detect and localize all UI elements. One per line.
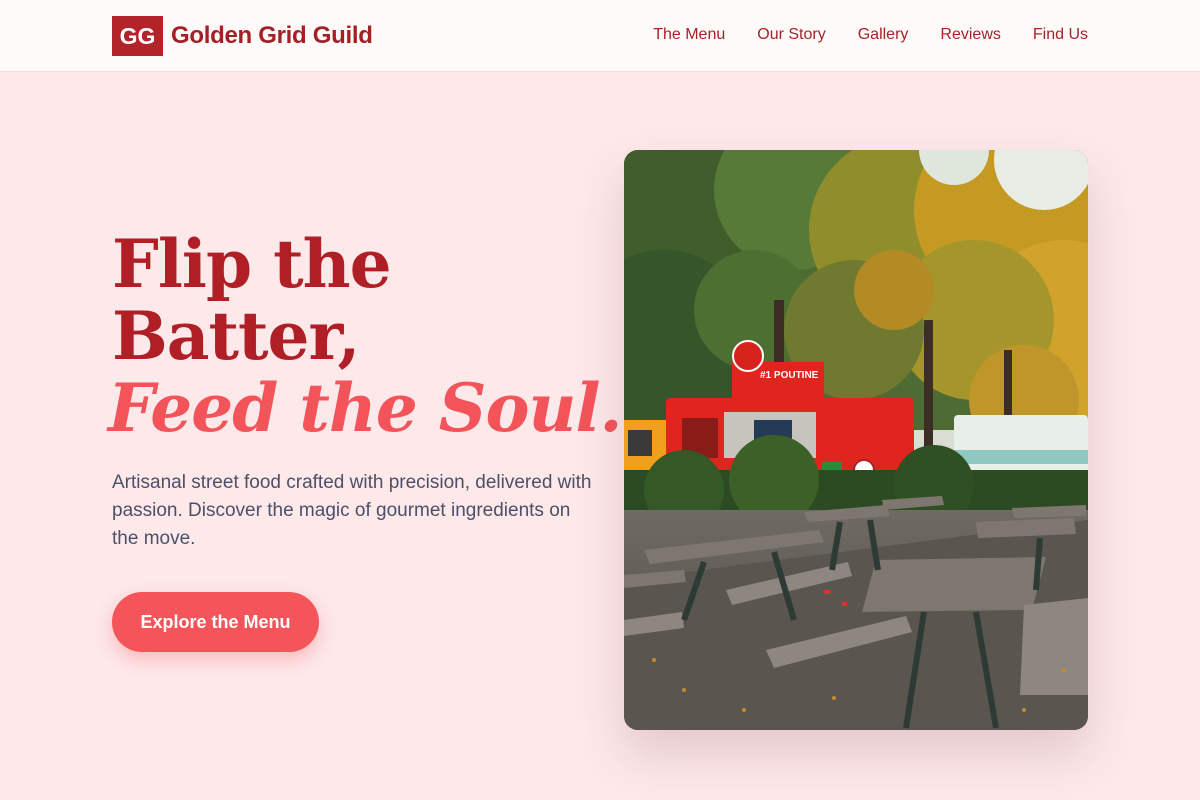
nav-item-our-story[interactable]: Our Story — [757, 24, 825, 46]
truck-sign-text: #1 POUTINE — [760, 370, 819, 381]
nav-item-find-us[interactable]: Find Us — [1033, 24, 1088, 46]
nav-item-reviews[interactable]: Reviews — [940, 24, 1000, 46]
brand-logo-mark: GG — [112, 16, 163, 56]
explore-menu-button[interactable]: Explore the Menu — [112, 592, 319, 652]
hero-lead-text: Artisanal street food crafted with preci… — [112, 472, 592, 549]
hero-headline-accent: Feed the Soul. — [108, 369, 623, 447]
nav-item-the-menu[interactable]: The Menu — [653, 24, 725, 46]
navbar: GG Golden Grid Guild The Menu Our Story … — [0, 0, 1200, 72]
food-truck-park-illustration: #1 POUTINE — [624, 150, 1088, 730]
brand-logo-link[interactable]: GG Golden Grid Guild — [112, 16, 373, 56]
hero-photo-food-trucks-park: #1 POUTINE — [624, 150, 1088, 730]
hero-headline-line-2: Batter, — [112, 297, 360, 375]
brand-name: Golden Grid Guild — [171, 22, 373, 49]
main-nav: The Menu Our Story Gallery Reviews Find … — [653, 24, 1088, 46]
hero-headline-line-1: Flip the — [112, 225, 392, 303]
nav-item-gallery[interactable]: Gallery — [858, 24, 909, 46]
hero-headline: Flip the Batter, Feed the Soul. — [108, 225, 623, 444]
